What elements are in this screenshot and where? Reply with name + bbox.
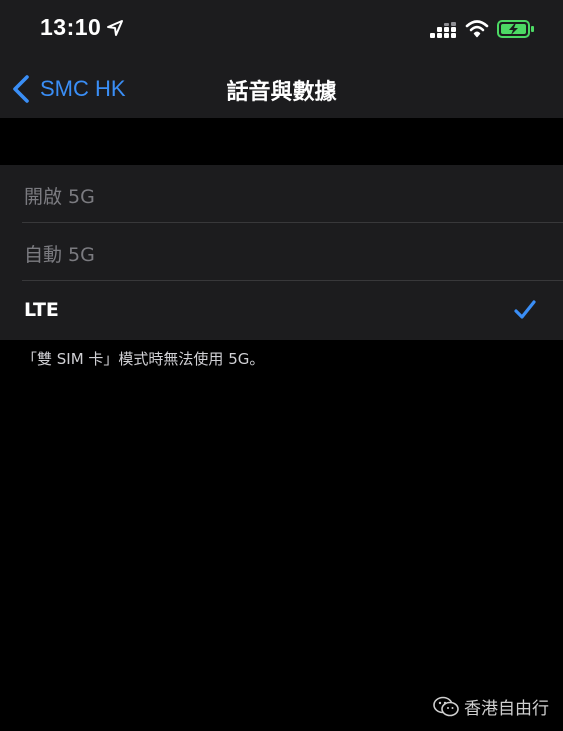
status-time: 13:10: [40, 14, 102, 40]
checkmark-icon: [514, 300, 536, 319]
battery-charging-icon: [497, 20, 534, 38]
wifi-icon: [465, 20, 489, 38]
row-divider: [22, 280, 563, 281]
page-title: 話音與數據: [226, 80, 337, 105]
cellular-signal-icon: [430, 22, 456, 38]
navigation-bar: SMC HK 話音與數據: [0, 58, 563, 118]
wechat-icon: [433, 696, 459, 716]
option-label: 開啟 5G: [24, 186, 95, 208]
voice-data-settings-screen: 13:10 SMC HK 話音與數據 開啟 5G 自動 5G LTE 「雙 SI…: [0, 0, 563, 731]
option-label: LTE: [24, 299, 59, 321]
option-lte[interactable]: LTE: [0, 282, 563, 340]
location-arrow-icon: [107, 20, 123, 36]
dual-sim-footnote: 「雙 SIM 卡」模式時無法使用 5G。: [22, 350, 265, 368]
network-options-list: 開啟 5G 自動 5G LTE: [0, 165, 563, 340]
option-enable-5g[interactable]: 開啟 5G: [0, 165, 563, 223]
option-auto-5g[interactable]: 自動 5G: [0, 223, 563, 281]
status-bar: 13:10: [0, 0, 563, 58]
watermark: 香港自由行: [432, 694, 549, 719]
watermark-text: 香港自由行: [464, 699, 549, 719]
option-label: 自動 5G: [24, 244, 95, 266]
